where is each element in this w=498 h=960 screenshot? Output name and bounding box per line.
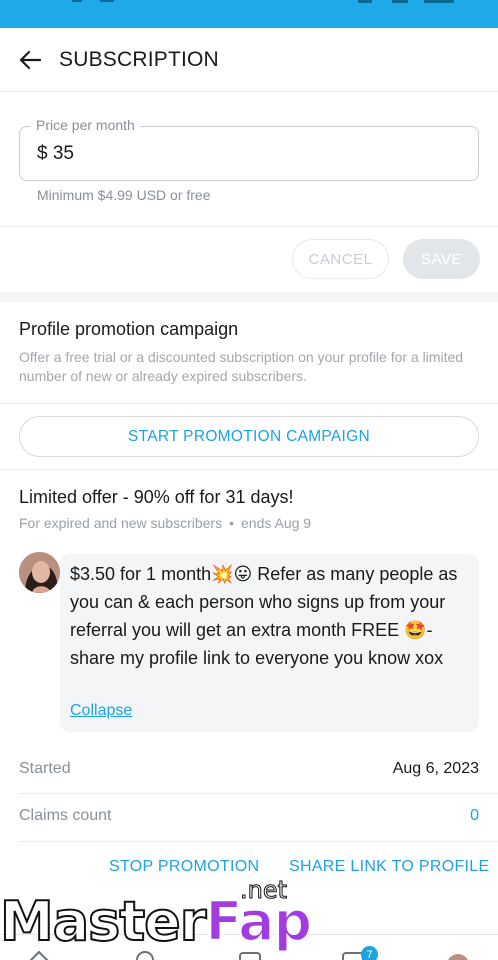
cancel-button[interactable]: CANCEL [292, 239, 389, 279]
started-value: Aug 6, 2023 [392, 760, 479, 777]
arrow-left-icon [19, 50, 41, 70]
collapse-link[interactable]: Collapse [70, 702, 132, 720]
claims-label: Claims count [19, 807, 112, 824]
promotion-description: Offer a free trial or a discounted subsc… [19, 349, 464, 384]
price-field-label: Price per month [31, 117, 140, 133]
status-icons-left [72, 0, 114, 2]
back-button[interactable] [14, 44, 46, 76]
price-input[interactable] [19, 126, 479, 181]
profile-icon[interactable] [446, 953, 470, 960]
offer-audience: For expired and new subscribers [19, 515, 223, 531]
stop-promotion-button[interactable]: STOP PROMOTION [109, 858, 259, 876]
messages-badge: 7 [361, 946, 378, 960]
divider [0, 226, 498, 227]
status-icons-right [358, 0, 454, 3]
promotion-title: Profile promotion campaign [19, 319, 239, 339]
divider [19, 841, 498, 842]
offer-meta: For expired and new subscribers • ends Aug… [19, 515, 311, 531]
watermark-suffix: .net [239, 876, 288, 905]
divider [0, 403, 498, 404]
offer-message-text: $3.50 for 1 month💥😛 Refer as many people… [70, 564, 458, 668]
page-title: SUBSCRIPTION [59, 48, 219, 71]
price-input-value[interactable]: $ 35 [37, 143, 74, 165]
separator-dot: • [229, 515, 235, 531]
save-button[interactable]: SAVE [403, 239, 480, 279]
start-promotion-button[interactable]: START PROMOTION CAMPAIGN [19, 416, 479, 457]
divider [19, 793, 498, 794]
divider [0, 469, 498, 470]
header: SUBSCRIPTION [0, 28, 498, 92]
offer-title: Limited offer - 90% off for 31 days! [19, 487, 294, 507]
offer-end-date: ends Aug 9 [241, 515, 312, 531]
avatar-image [19, 552, 60, 593]
section-separator [0, 292, 498, 302]
price-hint: Minimum $4.99 USD or free [37, 187, 211, 203]
avatar[interactable] [19, 552, 60, 593]
claims-value[interactable]: 0 [470, 807, 479, 825]
share-link-button[interactable]: SHARE LINK TO PROFILE [289, 858, 489, 876]
started-label: Started [19, 760, 71, 777]
status-bar [0, 0, 498, 28]
